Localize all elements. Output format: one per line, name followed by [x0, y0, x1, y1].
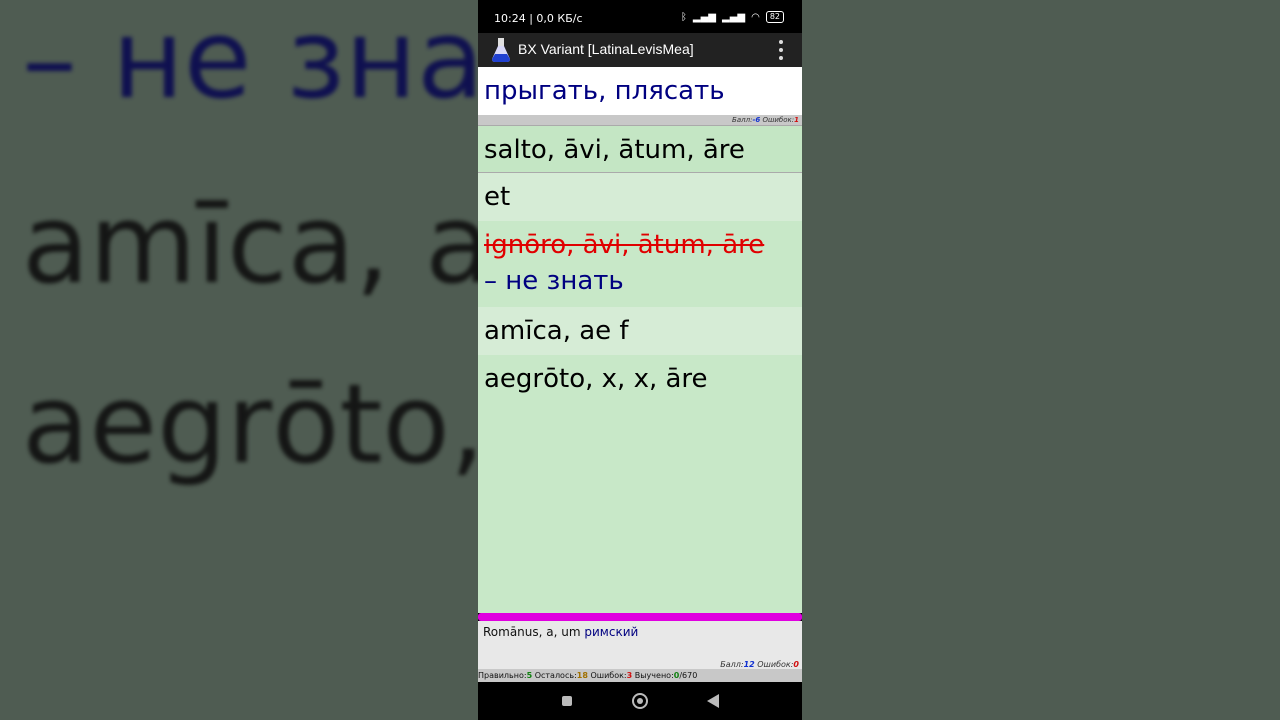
recents-icon[interactable] [562, 696, 572, 706]
answer-options: salto, āvi, ātum, āre et ignōro, āvi, āt… [478, 125, 802, 613]
previous-word-latin: Romānus, a, um [483, 625, 581, 639]
answer-option[interactable]: aegrōto, x, x, āre [478, 355, 802, 403]
status-time: 10:24 | 0,0 КБ/с [494, 12, 583, 25]
errors-value: 1 [794, 116, 799, 124]
signal-icon: ▂▄▆ [692, 11, 716, 23]
previous-word-panel: Romānus, a, um римский Балл:12 Ошибок:0 [478, 621, 802, 669]
signal-icon-2: ▂▄▆ [722, 11, 746, 23]
app-bar: BX Variant [LatinaLevisMea] [478, 33, 802, 67]
wrong-answer-text: ignōro, āvi, ātum, āre [484, 230, 765, 260]
score-value: 12 [743, 660, 755, 669]
score-label: Балл: [720, 660, 744, 669]
total-value: /670 [679, 671, 698, 680]
background-line-1: – не зна [22, 0, 485, 123]
app-title: BX Variant [LatinaLevisMea] [518, 41, 694, 57]
score-label: Балл: [732, 116, 753, 124]
navigation-bar [478, 682, 802, 720]
errors-label: Ошибок: [590, 671, 627, 680]
errors-label: Ошибок: [762, 116, 795, 124]
answer-option[interactable]: et [478, 173, 802, 221]
answer-option-text: aegrōto, x, x, āre [484, 364, 708, 394]
status-bar: 10:24 | 0,0 КБ/с ᛒ ▂▄▆ ▂▄▆ ◠ 82 [478, 0, 802, 33]
score-bar-top: Балл:-6 Ошибок:1 [478, 115, 802, 125]
answer-option-text: et [484, 182, 511, 212]
errors-value: 3 [626, 671, 633, 680]
stats-bar: Правильно:5 Осталось:18 Ошибок:3 Выучено… [478, 669, 802, 682]
score-value: -6 [752, 116, 761, 124]
answer-option-text: amīca, ae f [484, 316, 629, 346]
left-value: 18 [576, 671, 588, 680]
bluetooth-icon: ᛒ [680, 11, 687, 23]
answer-option[interactable]: salto, āvi, ātum, āre [478, 125, 802, 173]
score-bottom: Балл:12 Ошибок:0 [720, 660, 799, 669]
answer-option-wrong[interactable]: ignōro, āvi, ātum, āre – не знать [478, 221, 802, 307]
question-text: прыгать, плясать [484, 76, 725, 106]
back-icon[interactable] [707, 694, 719, 708]
correct-value: 5 [526, 671, 533, 680]
wrong-answer-translation: – не знать [484, 266, 624, 296]
battery-icon: 82 [765, 11, 784, 23]
previous-word-russian: римский [584, 625, 639, 639]
correct-label: Правильно: [478, 671, 527, 680]
errors-label: Ошибок: [757, 660, 794, 669]
progress-bar [478, 613, 802, 621]
wifi-icon: ◠ [751, 11, 760, 23]
learned-label: Выучено: [634, 671, 674, 680]
left-label: Осталось: [534, 671, 577, 680]
answer-option-text: salto, āvi, ātum, āre [484, 135, 745, 165]
phone-screen: 10:24 | 0,0 КБ/с ᛒ ▂▄▆ ▂▄▆ ◠ 82 BX Varia… [478, 0, 802, 720]
question-panel: прыгать, плясать [478, 67, 802, 115]
status-icons: ᛒ ▂▄▆ ▂▄▆ ◠ 82 [681, 11, 784, 23]
errors-value: 0 [793, 660, 799, 669]
flask-app-icon [492, 38, 510, 62]
previous-word: Romānus, a, um римский [483, 625, 638, 639]
answer-option[interactable]: amīca, ae f [478, 307, 802, 355]
home-icon[interactable] [632, 693, 648, 709]
background-line-2: amīca, a [22, 180, 493, 308]
overflow-menu-icon[interactable] [778, 40, 784, 60]
